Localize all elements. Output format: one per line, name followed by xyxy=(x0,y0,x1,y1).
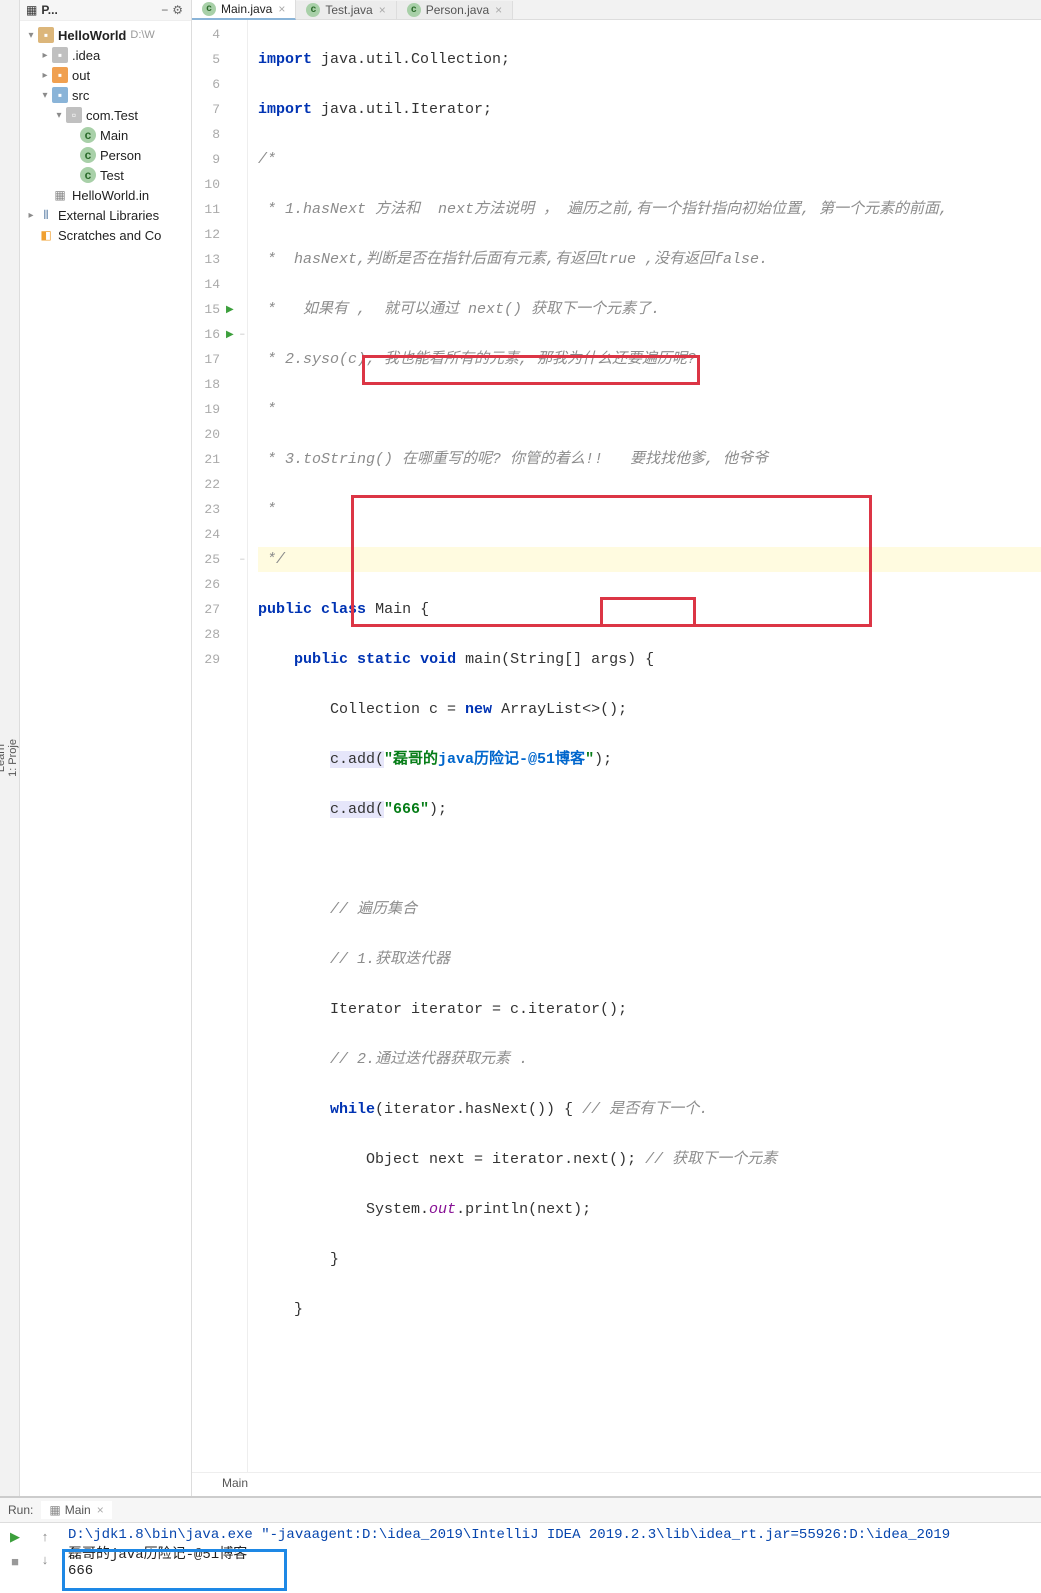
folder-icon: ▪ xyxy=(38,27,54,43)
chevron-down-icon: ▾ xyxy=(38,90,52,101)
tree-test-class[interactable]: c Test xyxy=(20,165,191,185)
console-line: 磊哥的java历险记-@51博客 xyxy=(68,1543,1033,1563)
run-panel-header: Run: ▦ Main × xyxy=(0,1498,1041,1523)
close-icon[interactable]: × xyxy=(278,2,285,16)
chevron-down-icon: ▾ xyxy=(24,30,38,41)
ide-root: 1: Proje Learn ▦ P... − ⚙ ▾ ▪ HelloWorld… xyxy=(0,0,1041,822)
project-panel-header: ▦ P... − ⚙ xyxy=(20,0,191,21)
tree-label: .idea xyxy=(72,48,100,63)
run-label: Run: xyxy=(8,1503,33,1517)
breadcrumb[interactable]: Main xyxy=(192,1472,1041,1496)
run-panel: Run: ▦ Main × ▶ ■ ↑ ↓ D:\jdk1.8\bin\java… xyxy=(0,1497,1041,1593)
class-icon: c xyxy=(202,2,216,16)
up-arrow-icon[interactable]: ↑ xyxy=(42,1529,49,1544)
stop-button[interactable]: ■ xyxy=(7,1553,23,1569)
tab-test[interactable]: c Test.java × xyxy=(296,1,396,19)
file-icon: ▦ xyxy=(52,187,68,203)
top-section: 1: Proje Learn ▦ P... − ⚙ ▾ ▪ HelloWorld… xyxy=(0,0,1041,1497)
tree-out[interactable]: ▸ ▪ out xyxy=(20,65,191,85)
gutter: 4 5 6 7 8 9 10 11 12 13 14 15▶ 16▶− 17 1… xyxy=(192,20,248,1472)
class-icon: c xyxy=(80,147,96,163)
chevron-right-icon: ▸ xyxy=(38,70,52,81)
tree-label: HelloWorld.in xyxy=(72,188,149,203)
run-gutter-icon[interactable]: ▶ xyxy=(226,329,234,341)
tree-path: D:\W xyxy=(130,29,154,41)
tree-root[interactable]: ▾ ▪ HelloWorld D:\W xyxy=(20,25,191,45)
scratch-icon: ◧ xyxy=(38,227,54,243)
collapse-button[interactable]: − xyxy=(161,3,168,17)
close-icon[interactable]: × xyxy=(379,3,386,17)
tree-src[interactable]: ▾ ▪ src xyxy=(20,85,191,105)
tree-label: src xyxy=(72,88,89,103)
tree-label: Test xyxy=(100,168,124,183)
console-output[interactable]: D:\jdk1.8\bin\java.exe "-javaagent:D:\id… xyxy=(60,1523,1041,1593)
code-body: 4 5 6 7 8 9 10 11 12 13 14 15▶ 16▶− 17 1… xyxy=(192,20,1041,1472)
tree-label: com.Test xyxy=(86,108,138,123)
run-tab-icon: ▦ xyxy=(49,1503,60,1517)
chevron-down-icon: ▾ xyxy=(52,110,66,121)
tab-main[interactable]: c Main.java × xyxy=(192,0,296,20)
library-icon: ⫴ xyxy=(38,207,54,223)
class-icon: c xyxy=(80,127,96,143)
tree-label: Person xyxy=(100,148,141,163)
close-icon[interactable]: × xyxy=(97,1503,104,1517)
run-nav: ↑ ↓ xyxy=(30,1523,60,1593)
panel-title: P... xyxy=(41,3,159,17)
project-tree: ▾ ▪ HelloWorld D:\W ▸ ▪ .idea ▸ ▪ out ▾ xyxy=(20,21,191,249)
tree-package[interactable]: ▾ ▫ com.Test xyxy=(20,105,191,125)
tree-person-class[interactable]: c Person xyxy=(20,145,191,165)
chevron-right-icon: ▸ xyxy=(38,50,52,61)
tab-label: Main.java xyxy=(221,2,272,16)
close-icon[interactable]: × xyxy=(495,3,502,17)
tree-label: Main xyxy=(100,128,128,143)
tree-ext-lib[interactable]: ▸ ⫴ External Libraries xyxy=(20,205,191,225)
console-line: 666 xyxy=(68,1563,1033,1579)
tab-person[interactable]: c Person.java × xyxy=(397,1,513,19)
rerun-button[interactable]: ▶ xyxy=(7,1529,23,1545)
down-arrow-icon[interactable]: ↓ xyxy=(42,1552,49,1567)
tree-label: out xyxy=(72,68,90,83)
code-editor[interactable]: import java.util.Collection; import java… xyxy=(248,20,1041,1472)
fold-icon[interactable]: − xyxy=(240,555,245,565)
chevron-right-icon: ▸ xyxy=(24,210,38,221)
run-gutter-icon[interactable]: ▶ xyxy=(226,304,234,316)
gear-icon[interactable]: ⚙ xyxy=(172,3,183,17)
class-icon: c xyxy=(407,3,421,17)
folder-icon: ▪ xyxy=(52,67,68,83)
tree-idea[interactable]: ▸ ▪ .idea xyxy=(20,45,191,65)
tree-iml[interactable]: ▦ HelloWorld.in xyxy=(20,185,191,205)
package-icon: ▫ xyxy=(66,107,82,123)
tree-label: External Libraries xyxy=(58,208,159,223)
run-body: ▶ ■ ↑ ↓ D:\jdk1.8\bin\java.exe "-javaage… xyxy=(0,1523,1041,1593)
sidebar-tab-learn[interactable]: Learn xyxy=(0,744,7,772)
sidebar-tab-project[interactable]: 1: Proje xyxy=(7,739,19,777)
editor-area: c Main.java × c Test.java × c Person.jav… xyxy=(192,0,1041,1496)
tab-label: Person.java xyxy=(426,3,489,17)
run-tab[interactable]: ▦ Main × xyxy=(41,1501,111,1519)
folder-icon: ▪ xyxy=(52,47,68,63)
folder-icon: ▪ xyxy=(52,87,68,103)
tab-label: Test.java xyxy=(325,3,372,17)
run-toolbar: ▶ ■ xyxy=(0,1523,30,1593)
tree-scratches[interactable]: ◧ Scratches and Co xyxy=(20,225,191,245)
tree-label: HelloWorld xyxy=(58,28,126,43)
class-icon: c xyxy=(306,3,320,17)
project-panel: ▦ P... − ⚙ ▾ ▪ HelloWorld D:\W ▸ ▪ .idea xyxy=(20,0,192,1496)
tree-main-class[interactable]: c Main xyxy=(20,125,191,145)
run-tab-label: Main xyxy=(65,1503,91,1517)
editor-tab-bar: c Main.java × c Test.java × c Person.jav… xyxy=(192,0,1041,20)
tree-label: Scratches and Co xyxy=(58,228,161,243)
console-cmd: D:\jdk1.8\bin\java.exe "-javaagent:D:\id… xyxy=(68,1527,1033,1543)
fold-icon[interactable]: − xyxy=(240,330,245,340)
class-icon: c xyxy=(80,167,96,183)
project-icon: ▦ xyxy=(26,3,37,17)
sidebar-tool-strip: 1: Proje Learn xyxy=(0,0,20,1496)
